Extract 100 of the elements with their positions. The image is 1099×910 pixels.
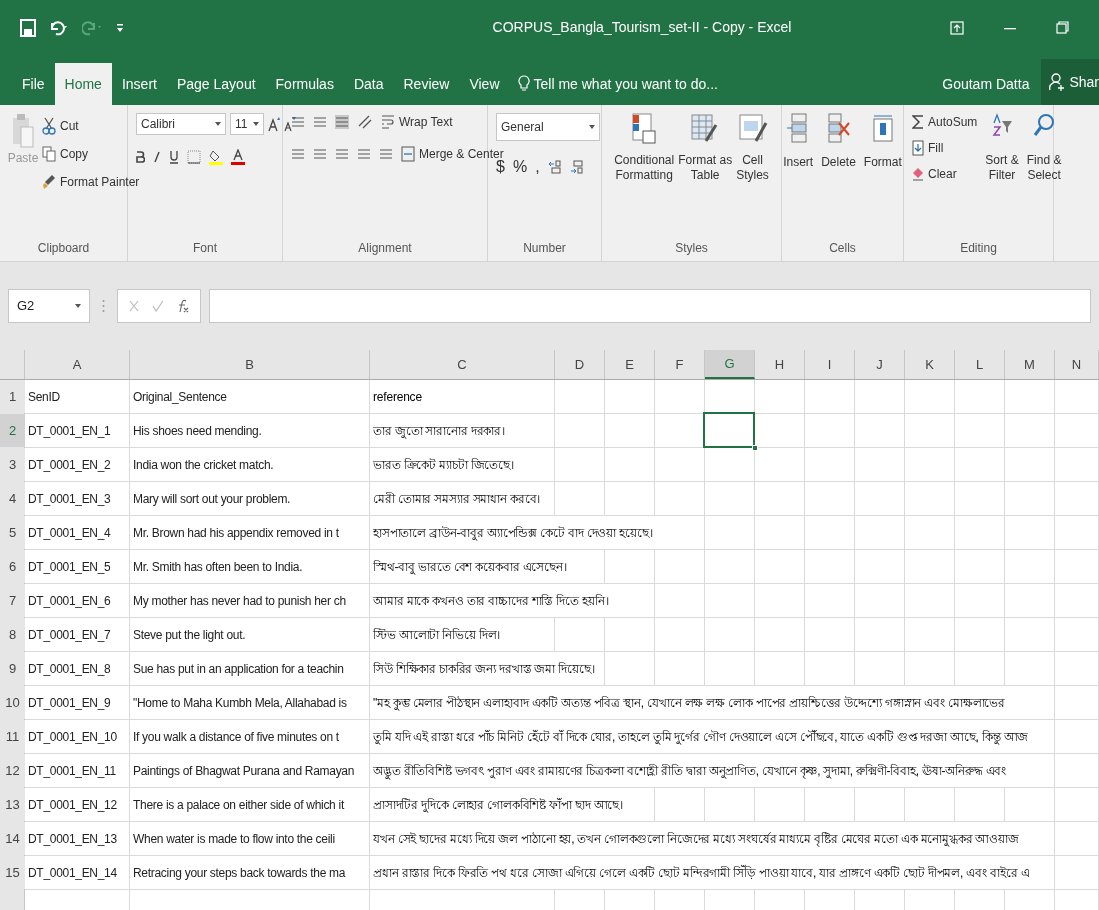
ribbon-tab[interactable]: Insert [111, 63, 167, 105]
fill-handle[interactable] [752, 445, 758, 451]
ribbon-tab[interactable]: Formulas [265, 63, 344, 105]
top-align-icon[interactable] [291, 115, 305, 129]
column-header[interactable]: G [705, 350, 755, 379]
number-format-dropdown[interactable]: General [496, 113, 600, 141]
table-cell-text: India won the cricket match. [132, 456, 275, 474]
customize-icon[interactable] [116, 21, 124, 34]
check-icon [152, 300, 164, 312]
column-header[interactable]: B [130, 350, 370, 379]
cancel-icon [128, 300, 139, 312]
comma-button[interactable]: , [535, 155, 540, 179]
fill-down-icon [912, 140, 924, 156]
find-select-button[interactable]: Find & Select [1026, 113, 1062, 235]
column-header[interactable]: A [25, 350, 130, 379]
share-button[interactable]: Shar [1041, 59, 1099, 105]
ribbon-tab[interactable]: File [12, 63, 55, 105]
caret-icon [75, 304, 81, 308]
column-header[interactable]: J [855, 350, 905, 379]
increase-decimal-icon[interactable] [547, 160, 562, 174]
clipboard-icon [12, 113, 34, 149]
table-cell-text: My mother has never had to punish her ch [132, 592, 347, 610]
table-cell-text: DT_0001_EN_14 [27, 864, 118, 882]
paintbrush-icon [42, 174, 56, 190]
column-header[interactable]: I [805, 350, 855, 379]
table-cell-text: When water is made to flow into the ceili [132, 830, 336, 848]
ribbon-tab[interactable]: Home [54, 63, 112, 105]
italic-icon[interactable] [153, 151, 161, 163]
table-cell: যখন সেই ছাদের মধ্যে দিয়ে জল পাঠানো হয়, তখন গোলকগুলো নিজেদের মধ্যে সংঘর্ষের মাধ্যমে বৃষ্টির মেঘের মতো এক মনোমুগ্ধকর আওয়াজ [370, 822, 1022, 855]
table-cell-text: Mr. Brown had his appendix removed in t [132, 524, 340, 542]
table-cell-text: If you walk a distance of five minutes on t [132, 728, 340, 746]
table-cell: প্রাসাদটির দুদিকে লোহার গোলকবিশিষ্ট ফাঁপা ছাদ আছে। [370, 788, 626, 821]
undo-icon[interactable] [48, 19, 70, 36]
table-cell: সিউ শিক্ষিকার চাকরির জন্য দরখাস্ত জমা দিয়েছে। [370, 652, 598, 685]
table-cell-text: "Home to Maha Kumbh Mela, Allahabad is [132, 694, 348, 712]
ribbon-tab[interactable]: Review [393, 63, 460, 105]
merge-icon [401, 146, 415, 162]
column-header[interactable]: L [955, 350, 1005, 379]
ribbon-display-icon[interactable] [950, 20, 964, 35]
restore-icon[interactable] [1056, 21, 1069, 34]
table-cell: "মহ কুম্ভ মেলার পীঠস্থান এলাহাবাদ একটি অত্যন্ত পবিত্র স্থান, যেখানে লক্ষ লক্ষ লোক পাপের প্রায়শ্চিত্তের উদ্দেশ্যে গঙ্গাস্নান এবং মোক্ষলাভের [370, 686, 1008, 719]
copy-icon [42, 146, 56, 162]
column-header[interactable]: C [370, 350, 555, 379]
autosum-button[interactable]: AutoSum [912, 113, 978, 131]
column-header[interactable]: H [755, 350, 805, 379]
table-cell-text: Sue has put in an application for a teachin [132, 660, 345, 678]
table-cell-text: DT_0001_EN_8 [27, 660, 112, 678]
column-header[interactable]: K [905, 350, 955, 379]
underline-icon[interactable] [169, 150, 179, 164]
font-color-icon[interactable] [231, 149, 245, 165]
cells-button[interactable]: Insert [783, 113, 814, 235]
fill-color-icon[interactable] [209, 149, 223, 165]
ribbon-tab[interactable]: View [459, 63, 510, 105]
table-cell: আমার মাকে কখনও তার বাচ্চাদের শাস্তি দিতে হয়নি। [370, 584, 612, 617]
cells-button[interactable]: Delete [821, 113, 856, 235]
table-cell-text: Original_Sentence [132, 388, 228, 406]
search-icon [1033, 113, 1056, 137]
wrap-text-button[interactable]: Wrap Text [381, 113, 453, 131]
decrease-decimal-icon[interactable] [569, 160, 584, 174]
ribbon-tab[interactable]: Page Layout [166, 63, 266, 105]
group-label: Number [523, 240, 566, 257]
column-header[interactable]: M [1005, 350, 1055, 379]
grow-font-icon[interactable] [268, 116, 280, 132]
styles-button[interactable]: Format as Table [678, 113, 733, 235]
format-painter-button[interactable]: Format Painter [42, 173, 140, 191]
clear-button[interactable]: Clear [912, 165, 978, 183]
table-cell-text: DT_0001_EN_13 [27, 830, 118, 848]
styles-button[interactable]: Conditional Formatting [614, 113, 675, 235]
save-icon[interactable] [20, 18, 36, 37]
ribbon-tab[interactable]: Data [343, 63, 394, 105]
table-cell-text: Retracing your steps back towards the ma [132, 864, 347, 882]
selected-cell[interactable] [703, 412, 755, 448]
percent-button[interactable]: % [512, 155, 528, 179]
formula-input[interactable] [209, 289, 1091, 323]
tell-me-search[interactable]: Tell me what you want to do... [533, 73, 718, 95]
bold-icon[interactable] [136, 151, 145, 163]
orientation-icon[interactable] [357, 114, 373, 130]
table-cell-text: His shoes need mending. [132, 422, 263, 440]
table-cell-text: DT_0001_EN_5 [27, 558, 112, 576]
user-name: Goutam Datta [942, 74, 1031, 94]
table-cell-text: Mary will sort out your problem. [132, 490, 292, 508]
table-cell: স্মিথ-বাবু ভারতে বেশ কয়েকবার এসেছেন। [370, 550, 570, 583]
copy-button[interactable]: Copy [42, 145, 140, 163]
column-header[interactable]: E [605, 350, 655, 379]
function-icon [177, 299, 190, 313]
font-name-dropdown[interactable]: Calibri [136, 113, 226, 135]
name-box[interactable]: G2 [8, 289, 90, 323]
cells-button[interactable]: Format [863, 113, 902, 235]
row-header[interactable]: 2 [0, 414, 25, 447]
scissors-icon [42, 117, 56, 135]
table-cell-text: DT_0001_EN_6 [27, 592, 112, 610]
column-header[interactable]: N [1055, 350, 1099, 379]
font-size-dropdown[interactable]: 11 [230, 113, 264, 135]
sort-filter-button[interactable]: Sort & Filter [985, 113, 1019, 235]
table-cell-text: DT_0001_EN_2 [27, 456, 112, 474]
fill-button[interactable]: Fill [912, 139, 978, 157]
styles-button[interactable]: Cell Styles [736, 113, 769, 235]
borders-icon[interactable] [187, 150, 201, 164]
person-icon [1049, 73, 1066, 91]
column-header[interactable]: D [555, 350, 605, 379]
